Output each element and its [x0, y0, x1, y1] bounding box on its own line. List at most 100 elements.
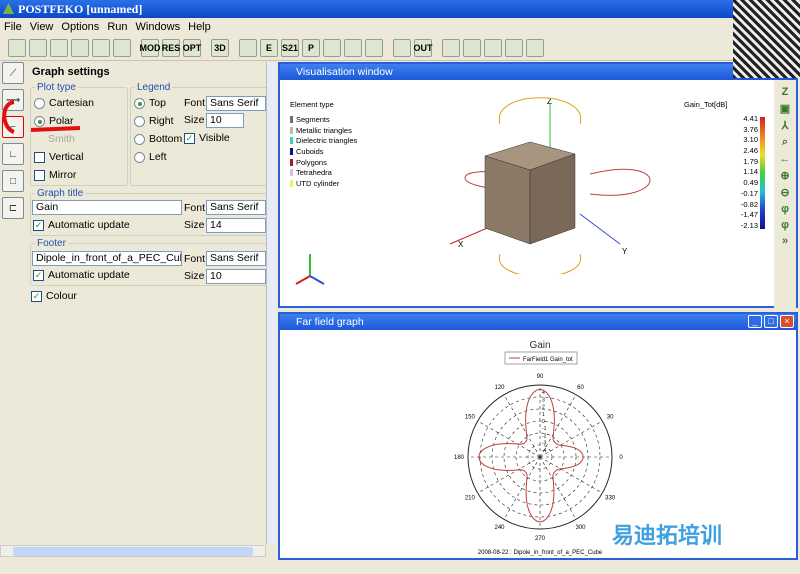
- close-button[interactable]: ×: [780, 315, 794, 328]
- frame-settings-icon[interactable]: ⊏: [2, 197, 24, 219]
- color-swatch: [290, 158, 293, 166]
- 3d-model-view[interactable]: Z X Y: [430, 94, 670, 274]
- footer-input[interactable]: Dipole_in_front_of_a_PEC_Cube: [32, 251, 182, 266]
- menu-windows[interactable]: Windows: [136, 21, 181, 33]
- menu-file[interactable]: File: [4, 21, 22, 33]
- open-model-icon[interactable]: MOD: [140, 39, 161, 57]
- power-icon[interactable]: P: [302, 39, 320, 57]
- color-swatch: [290, 147, 293, 155]
- save-as-icon[interactable]: [71, 39, 89, 57]
- footer-size-spinner[interactable]: 10: [206, 269, 266, 284]
- grid-settings-icon[interactable]: □: [2, 170, 24, 192]
- title-size-spinner[interactable]: 14: [206, 218, 266, 233]
- title-auto-update-checkbox[interactable]: ✓ Automatic update: [33, 219, 130, 231]
- color-swatch: [290, 126, 293, 134]
- new-icon[interactable]: [8, 39, 26, 57]
- visible-checkbox[interactable]: ✓ Visible: [184, 132, 230, 144]
- target-icon[interactable]: [526, 39, 544, 57]
- menu-help[interactable]: Help: [188, 21, 211, 33]
- graph-title-input[interactable]: Gain: [32, 200, 182, 215]
- angle-tick-label: 60: [577, 385, 584, 391]
- table-icon[interactable]: [505, 39, 523, 57]
- print-icon[interactable]: [92, 39, 110, 57]
- polar-graph-icon[interactable]: [344, 39, 362, 57]
- legend-font-select[interactable]: Sans Serif: [206, 96, 266, 111]
- back-arrow-icon[interactable]: ←: [780, 153, 791, 165]
- element-type-item: Polygons: [290, 157, 357, 168]
- checkbox-label: Automatic update: [48, 219, 130, 231]
- menu-view[interactable]: View: [30, 21, 54, 33]
- camera-icon[interactable]: [113, 39, 131, 57]
- e-field-icon[interactable]: E: [260, 39, 278, 57]
- element-type-item: Segments: [290, 114, 357, 125]
- colorbar-tick: 2.46: [743, 146, 758, 156]
- radio-left[interactable]: Left: [134, 151, 167, 163]
- panel-horizontal-scrollbar[interactable]: [0, 545, 266, 557]
- checkbox-label: Mirror: [49, 169, 77, 181]
- radio-label: Polar: [49, 115, 74, 127]
- field-icon[interactable]: [463, 39, 481, 57]
- view-tools-strip: Z ▣ ⅄ ⌕ ← ⊕ ⊖ φ φ »: [774, 80, 796, 308]
- radio-bottom[interactable]: Bottom: [134, 133, 182, 145]
- menu-options[interactable]: Options: [61, 21, 99, 33]
- 3d-view-icon[interactable]: 3D: [211, 39, 229, 57]
- radio-right[interactable]: Right: [134, 115, 174, 127]
- open-results-icon[interactable]: RES: [162, 39, 180, 57]
- element-type-item: Metallic triangles: [290, 125, 357, 136]
- chart-title: Gain: [529, 340, 550, 351]
- colour-checkbox[interactable]: ✓ Colour: [31, 290, 77, 302]
- graph-icon[interactable]: [239, 39, 257, 57]
- colorbar-tick: 3.76: [743, 124, 758, 134]
- zoom-extents-icon[interactable]: ▣: [780, 102, 790, 115]
- footer-auto-update-checkbox[interactable]: ✓ Automatic update: [33, 269, 130, 281]
- radial-tick-label: 0: [542, 419, 545, 425]
- radio-top[interactable]: Top: [134, 97, 166, 109]
- element-type-legend: Segments Metallic triangles Dielectric tri…: [290, 114, 357, 189]
- radio-smith: Smith: [48, 133, 75, 145]
- maximize-button[interactable]: □: [764, 315, 778, 328]
- element-type-label: Metallic triangles: [296, 125, 352, 135]
- angle-tick-label: 0: [619, 455, 623, 461]
- font-label: Font: [184, 202, 206, 214]
- element-type-item: Dielectric triangles: [290, 135, 357, 146]
- x-axis-label: X: [458, 240, 464, 249]
- rotate-axes-icon[interactable]: ⅄: [782, 119, 789, 132]
- panel-vertical-scrollbar[interactable]: [266, 62, 276, 544]
- zoom-region-icon[interactable]: ⌕: [782, 136, 788, 149]
- menu-bar: File View Options Run Windows Help: [0, 18, 800, 36]
- radial-tick-label: -3: [542, 441, 547, 447]
- open-output-icon[interactable]: OUT: [414, 39, 433, 57]
- vertical-checkbox[interactable]: Vertical: [34, 151, 83, 163]
- current-icon[interactable]: [442, 39, 460, 57]
- smith-icon[interactable]: [393, 39, 411, 57]
- angle-tick-label: 300: [575, 525, 586, 531]
- colorbar-tick: -0.17: [740, 188, 758, 198]
- graph-axes-icon[interactable]: ⟋: [2, 62, 24, 84]
- legend-size-spinner[interactable]: 10: [206, 113, 244, 128]
- rotate-phi-left-icon[interactable]: φ: [781, 203, 789, 215]
- more-icon[interactable]: »: [782, 235, 788, 247]
- surface-graph-icon[interactable]: [365, 39, 383, 57]
- colorbar-tick: -0.82: [740, 199, 758, 209]
- lock-z-icon[interactable]: Z: [782, 86, 789, 98]
- save-icon[interactable]: [50, 39, 68, 57]
- mirror-checkbox[interactable]: Mirror: [34, 169, 76, 181]
- footer-font-select[interactable]: Sans Serif: [206, 251, 266, 266]
- title-font-select[interactable]: Sans Serif: [206, 200, 266, 215]
- cartesian-graph-icon[interactable]: [323, 39, 341, 57]
- rotate-phi-right-icon[interactable]: φ: [781, 219, 789, 231]
- menu-run[interactable]: Run: [107, 21, 127, 33]
- axis-settings-icon[interactable]: ∟: [2, 143, 24, 165]
- open-icon[interactable]: [29, 39, 47, 57]
- s-parameter-icon[interactable]: S21: [281, 39, 299, 57]
- element-type-label: Tetrahedra: [296, 168, 332, 178]
- open-optimisation-icon[interactable]: OPT: [183, 39, 201, 57]
- angle-tick-label: 30: [607, 415, 614, 421]
- minimize-button[interactable]: _: [748, 315, 762, 328]
- radio-polar[interactable]: Polar: [34, 115, 74, 127]
- near-field-icon[interactable]: [484, 39, 502, 57]
- checkbox-label: Automatic update: [48, 269, 130, 281]
- zoom-in-icon[interactable]: ⊕: [780, 169, 789, 182]
- zoom-out-icon[interactable]: ⊖: [780, 186, 789, 199]
- radio-cartesian[interactable]: Cartesian: [34, 97, 94, 109]
